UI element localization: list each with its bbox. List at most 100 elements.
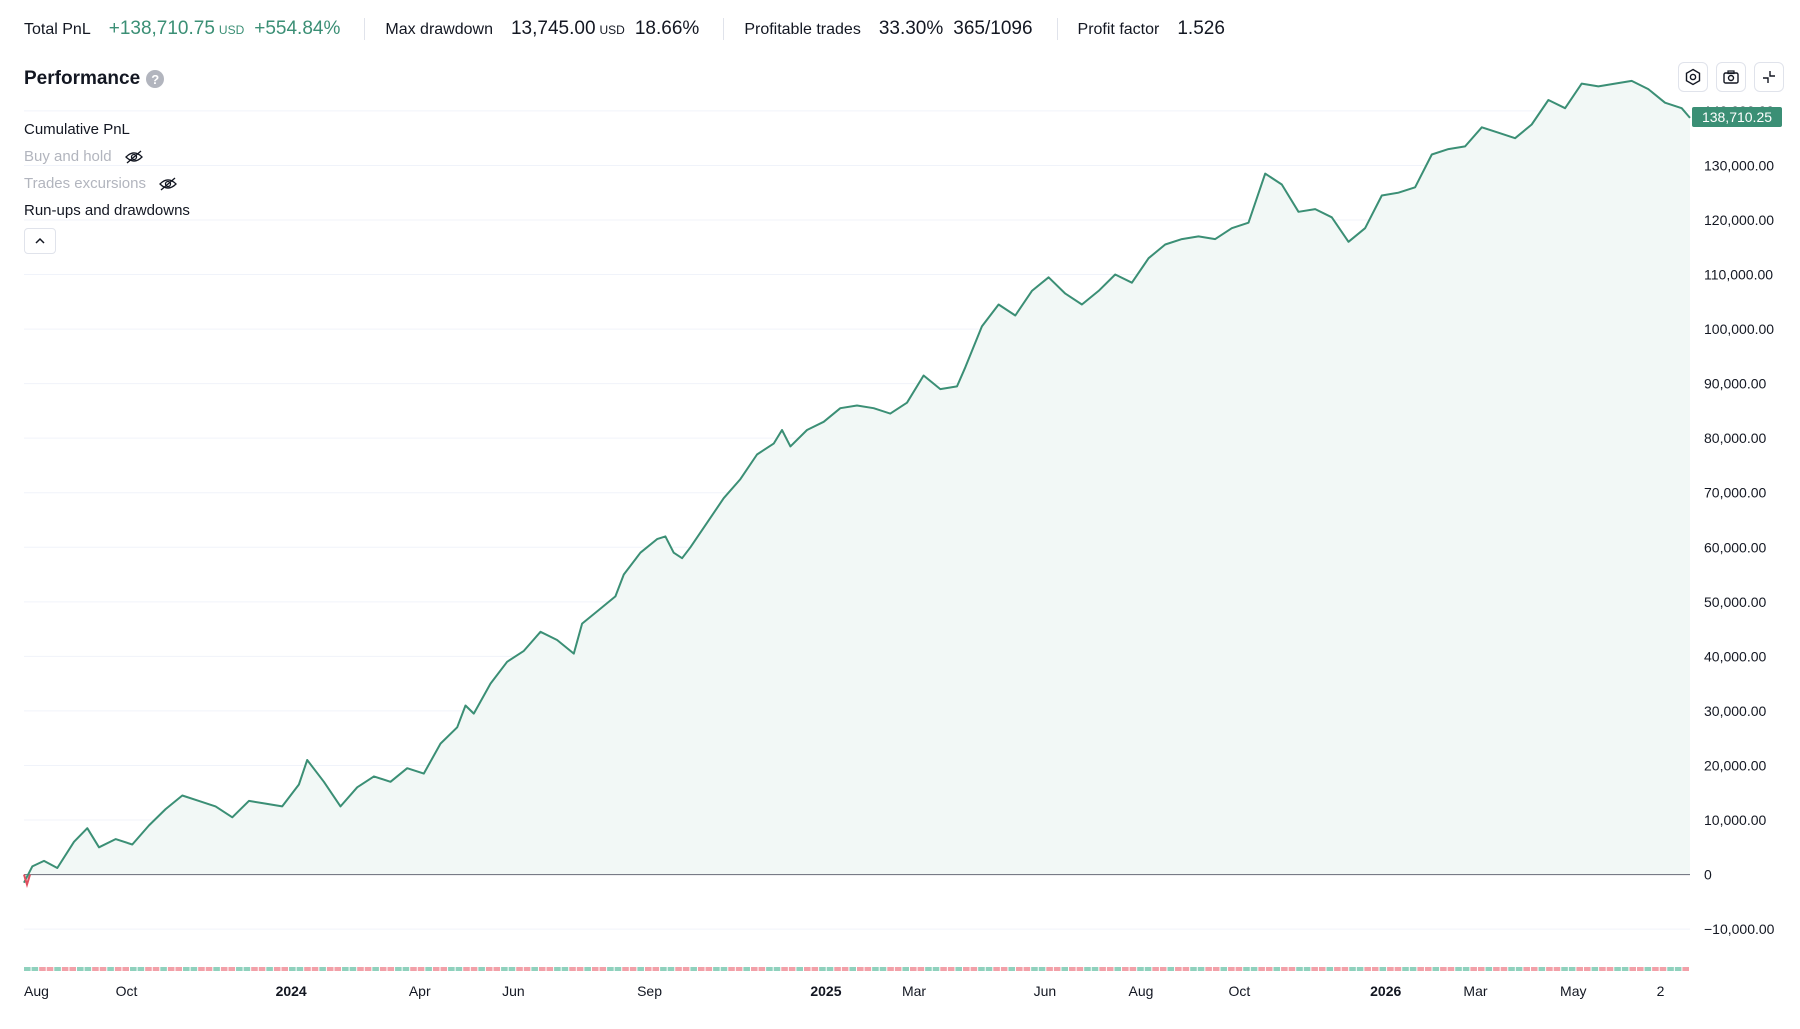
trade-marker [228, 967, 236, 971]
trade-marker [523, 967, 531, 971]
trade-marker [1614, 967, 1621, 971]
profit-factor-label: Profit factor [1077, 21, 1160, 38]
trade-marker [183, 967, 190, 971]
trade-marker [1182, 967, 1190, 971]
trade-marker [841, 967, 849, 971]
trade-marker [1485, 967, 1493, 971]
trade-marker [1508, 967, 1515, 971]
trade-marker [448, 967, 455, 971]
trade-marker [667, 967, 675, 971]
trade-marker [1243, 967, 1250, 971]
trade-marker [1235, 967, 1243, 971]
trade-marker [516, 967, 523, 971]
trade-marker [1212, 967, 1220, 971]
legend-buy-and-hold[interactable]: Buy and hold [24, 143, 190, 170]
trade-marker [1674, 967, 1682, 971]
trade-marker [690, 967, 697, 971]
trade-marker [1652, 967, 1659, 971]
trade-marker [137, 967, 145, 971]
trade-marker [1576, 967, 1583, 971]
trade-marker [372, 967, 379, 971]
trade-marker [826, 967, 834, 971]
trade-marker [24, 967, 31, 971]
chart-toolbar [1678, 62, 1784, 92]
trade-marker [213, 967, 220, 971]
trade-marker [1356, 967, 1364, 971]
chart-legend: Cumulative PnL Buy and hold Trades excur… [24, 116, 190, 254]
legend-collapse-button[interactable] [24, 228, 56, 254]
eye-off-icon[interactable] [124, 149, 144, 165]
trade-marker [697, 967, 705, 971]
y-tick-label: 100,000.00 [1704, 321, 1774, 337]
trade-marker [1053, 967, 1061, 971]
trade-marker [1311, 967, 1318, 971]
trade-marker [1031, 967, 1038, 971]
max-drawdown-unit: USD [599, 23, 625, 37]
legend-cumulative-pnl[interactable]: Cumulative PnL [24, 116, 190, 143]
trade-marker [1394, 967, 1402, 971]
trade-marker [1470, 967, 1477, 971]
trade-marker [978, 967, 985, 971]
legend-label: Buy and hold [24, 148, 112, 165]
y-tick-label: 80,000.00 [1704, 430, 1766, 446]
x-tick-label: Mar [902, 983, 926, 999]
trade-marker [531, 967, 538, 971]
trade-marker [1629, 967, 1636, 971]
collapse-button[interactable] [1754, 62, 1784, 92]
trade-marker [319, 967, 326, 971]
trade-marker [1334, 967, 1341, 971]
trade-marker [440, 967, 448, 971]
settings-button[interactable] [1678, 62, 1708, 92]
trade-marker [1144, 967, 1152, 971]
y-tick-label: 70,000.00 [1704, 485, 1766, 501]
legend-runups-drawdowns[interactable]: Run-ups and drawdowns [24, 197, 190, 224]
trade-marker [735, 967, 743, 971]
trade-marker [1417, 967, 1424, 971]
trade-marker [1000, 967, 1008, 971]
trade-marker [39, 967, 46, 971]
trade-marker [1228, 967, 1235, 971]
trade-marker [675, 967, 682, 971]
trade-marker [993, 967, 1000, 971]
y-tick-label: 0 [1704, 867, 1712, 883]
trade-marker [1523, 967, 1530, 971]
trade-marker [1538, 967, 1546, 971]
performance-chart[interactable]: −10,000.00 0 10,000.00 20,000.00 30,000.00 40… [0, 0, 1800, 1029]
trade-marker [1447, 967, 1455, 971]
legend-trades-excursions[interactable]: Trades excursions [24, 170, 190, 197]
trade-marker [1349, 967, 1356, 971]
trade-marker [1258, 967, 1265, 971]
trade-marker [1318, 967, 1326, 971]
trade-marker [1387, 967, 1394, 971]
screenshot-button[interactable] [1716, 62, 1746, 92]
x-tick-label: Mar [1463, 983, 1487, 999]
settings-icon [1685, 68, 1701, 86]
trade-marker [417, 967, 425, 971]
trade-marker [955, 967, 963, 971]
y-tick-label: 90,000.00 [1704, 376, 1766, 392]
trade-marker [584, 967, 591, 971]
trade-marker [273, 967, 281, 971]
max-drawdown-percent: 18.66% [634, 18, 700, 39]
trade-marker [561, 967, 569, 971]
trade-marker [1667, 967, 1674, 971]
trade-marker [1364, 967, 1371, 971]
trade-marker [1568, 967, 1576, 971]
help-icon[interactable]: ? [146, 70, 165, 88]
trade-marker [940, 967, 947, 971]
trade-marker [546, 967, 554, 971]
trade-marker [834, 967, 841, 971]
trade-marker [796, 967, 803, 971]
trade-marker [1493, 967, 1500, 971]
trade-marker [1477, 967, 1485, 971]
eye-off-icon[interactable] [158, 176, 178, 192]
trade-marker [1591, 967, 1599, 971]
trade-marker [1379, 967, 1387, 971]
trade-marker [61, 967, 69, 971]
x-tick-label: May [1560, 983, 1586, 999]
trade-marker [750, 967, 758, 971]
trade-marker [1099, 967, 1106, 971]
y-tick-label: 50,000.00 [1704, 594, 1766, 610]
trade-marker [849, 967, 856, 971]
y-tick-label: 120,000.00 [1704, 212, 1774, 228]
